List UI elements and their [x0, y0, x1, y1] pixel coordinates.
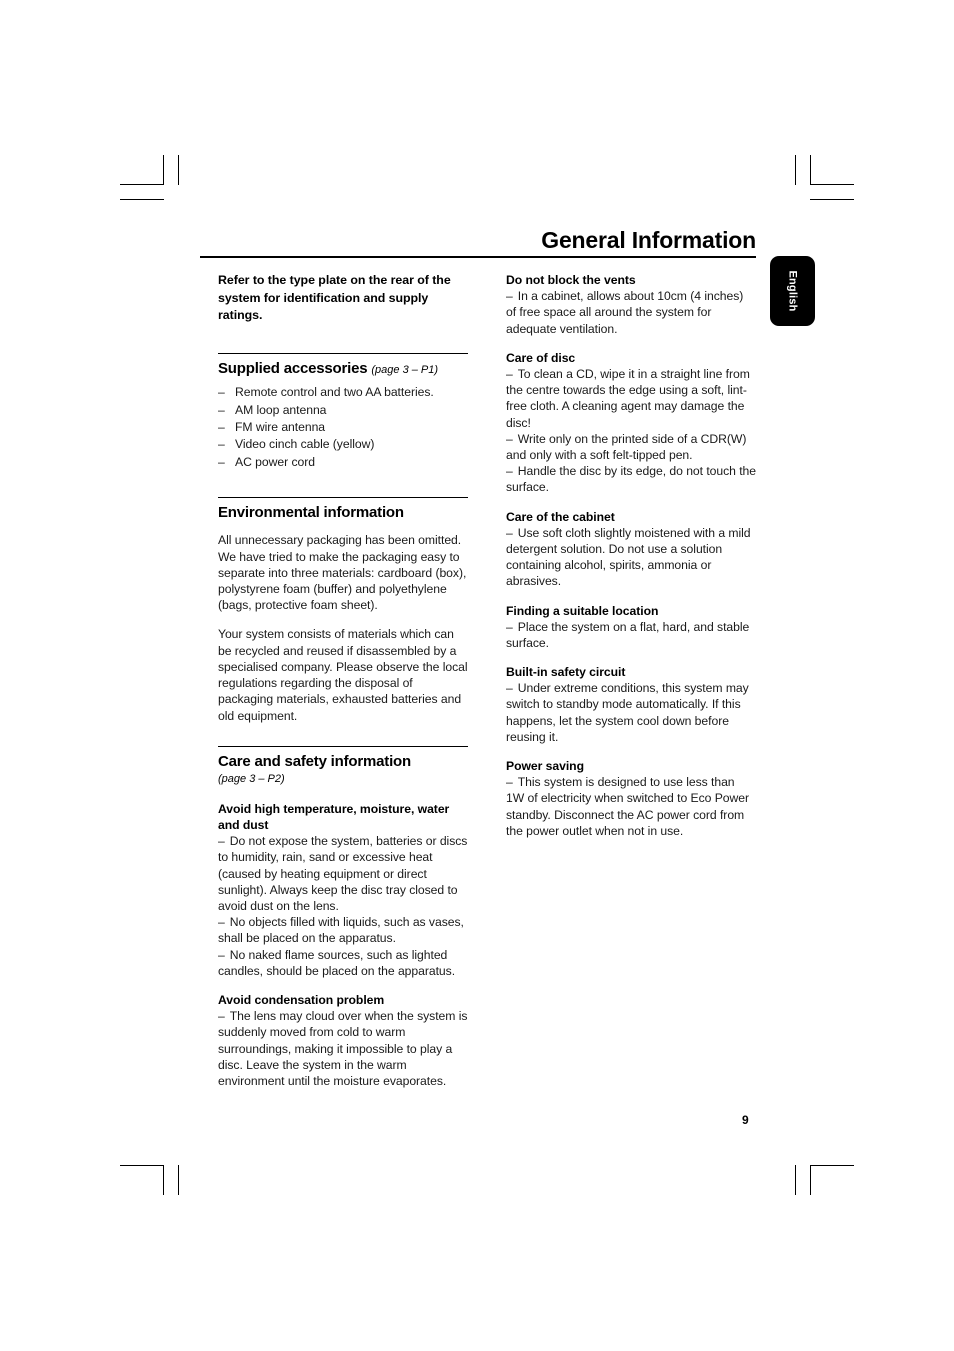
section-divider [218, 745, 468, 748]
dash-bullet: – [506, 289, 513, 304]
dash-bullet: – [506, 775, 513, 790]
crop-mark-bottom-right-tick-vertical [795, 1165, 796, 1195]
section-divider [218, 352, 468, 355]
environmental-paragraph-2: Your system consists of materials which … [218, 627, 468, 723]
care-of-disc-heading: Care of disc [506, 350, 576, 365]
finding-location-heading: Finding a suitable location [506, 603, 659, 618]
supplied-accessories-list: Remote control and two AA batteries. AM … [218, 384, 468, 470]
finding-location-item-1: – Place the system on a flat, hard, and s… [506, 619, 750, 650]
header-divider [200, 256, 756, 258]
language-tab: English [770, 256, 815, 326]
do-not-block-vents-item-1: – In a cabinet, allows about 10cm (4 inch… [506, 289, 744, 336]
crop-mark-top-right-tick-vertical [795, 155, 796, 185]
care-of-cabinet-heading: Care of the cabinet [506, 509, 615, 524]
section-care-of-cabinet: Care of the cabinet – Use soft cloth slig… [506, 509, 756, 590]
section-environmental-information: Environmental information All unnecessar… [218, 496, 468, 724]
crop-mark-bottom-right-vertical [810, 1165, 811, 1195]
power-saving-item-1: – This system is designed to use less tha… [506, 775, 750, 838]
crop-mark-bottom-left-vertical [163, 1165, 164, 1195]
dash-bullet: – [218, 947, 225, 962]
environmental-information-title: Environmental information [218, 504, 404, 522]
avoid-condensation-heading: Avoid condensation problem [218, 993, 385, 1008]
avoid-heat-item-3: – No naked flame sources, such as lighted… [218, 947, 456, 978]
dash-bullet: – [506, 464, 513, 479]
page-header: General Information [200, 228, 756, 258]
crop-mark-top-left-tick-vertical [178, 155, 179, 185]
list-item: AM loop antenna [218, 402, 468, 419]
care-of-disc-item-3: – Handle the disc by its edge, do not tou… [506, 464, 757, 495]
care-of-disc-item-1: – To clean a CD, wipe it in a straight li… [506, 366, 750, 430]
crop-mark-top-left-vertical [163, 155, 164, 185]
section-finding-location: Finding a suitable location – Place the s… [506, 603, 756, 652]
safety-circuit-heading: Built-in safety circuit [506, 665, 626, 680]
section-care-and-safety: Care and safety information (page 3 – P2… [218, 745, 468, 1089]
power-saving-heading: Power saving [506, 759, 584, 774]
section-care-of-disc: Care of disc – To clean a CD, wipe it in … [506, 350, 756, 496]
safety-circuit-item-1: – Under extreme conditions, this system m… [506, 681, 749, 744]
care-and-safety-page-ref: (page 3 – P2) [218, 773, 285, 786]
avoid-heat-heading: Avoid high temperature, moisture, water … [218, 801, 450, 832]
dash-bullet: – [506, 681, 513, 696]
page-number: 9 [742, 1113, 749, 1127]
crop-mark-top-left-horizontal [120, 184, 164, 185]
list-item: FM wire antenna [218, 419, 468, 436]
right-column: Do not block the vents – In a cabinet, al… [506, 272, 756, 839]
section-supplied-accessories: Supplied accessories (page 3 – P1) Remot… [218, 352, 468, 470]
document-page: General Information English Refer to the… [0, 0, 954, 1351]
dash-bullet: – [506, 619, 513, 634]
dash-bullet: – [506, 366, 513, 381]
crop-mark-top-left-tick-horizontal [120, 199, 164, 200]
supplied-accessories-title: Supplied accessories (page 3 – P1) [218, 360, 468, 378]
type-plate-notice: Refer to the type plate on the rear of t… [218, 273, 451, 323]
dash-bullet: – [218, 1009, 225, 1024]
crop-mark-top-right-vertical [810, 155, 811, 185]
section-power-saving: Power saving – This system is designed to… [506, 758, 756, 839]
list-item: Video cinch cable (yellow) [218, 436, 468, 453]
avoid-heat-item-1: – Do not expose the system, batteries or … [218, 834, 468, 913]
environmental-paragraph-1: All unnecessary packaging has been omitt… [218, 533, 467, 613]
avoid-heat-item-2: – No objects filled with liquids, such as… [218, 915, 464, 946]
crop-mark-top-right-horizontal [810, 184, 854, 185]
section-divider [218, 496, 468, 499]
supplied-accessories-heading: Supplied accessories [218, 360, 368, 378]
section-safety-circuit: Built-in safety circuit – Under extreme c… [506, 664, 756, 745]
crop-mark-top-right-tick-horizontal [810, 199, 854, 200]
dash-bullet: – [218, 834, 225, 849]
crop-mark-bottom-left-tick-vertical [178, 1165, 179, 1195]
list-item: Remote control and two AA batteries. [218, 384, 468, 401]
dash-bullet: – [218, 915, 225, 930]
dash-bullet: – [506, 525, 513, 540]
care-and-safety-title: Care and safety information [218, 753, 411, 771]
care-of-disc-item-2: – Write only on the printed side of a CDR… [506, 431, 747, 462]
section-do-not-block-vents: Do not block the vents – In a cabinet, al… [506, 272, 756, 337]
page-title: General Information [541, 227, 756, 253]
crop-mark-bottom-left-horizontal [120, 1165, 164, 1166]
avoid-condensation-item-1: – The lens may cloud over when the system… [218, 1009, 468, 1088]
care-of-cabinet-item-1: – Use soft cloth slightly moistened with … [506, 525, 751, 589]
do-not-block-vents-heading: Do not block the vents [506, 273, 636, 287]
language-tab-label: English [786, 270, 799, 312]
crop-mark-bottom-right-horizontal [810, 1165, 854, 1166]
supplied-accessories-page-ref: (page 3 – P1) [371, 364, 439, 377]
left-column: Refer to the type plate on the rear of t… [218, 272, 468, 1089]
list-item: AC power cord [218, 454, 468, 471]
dash-bullet: – [506, 431, 513, 446]
